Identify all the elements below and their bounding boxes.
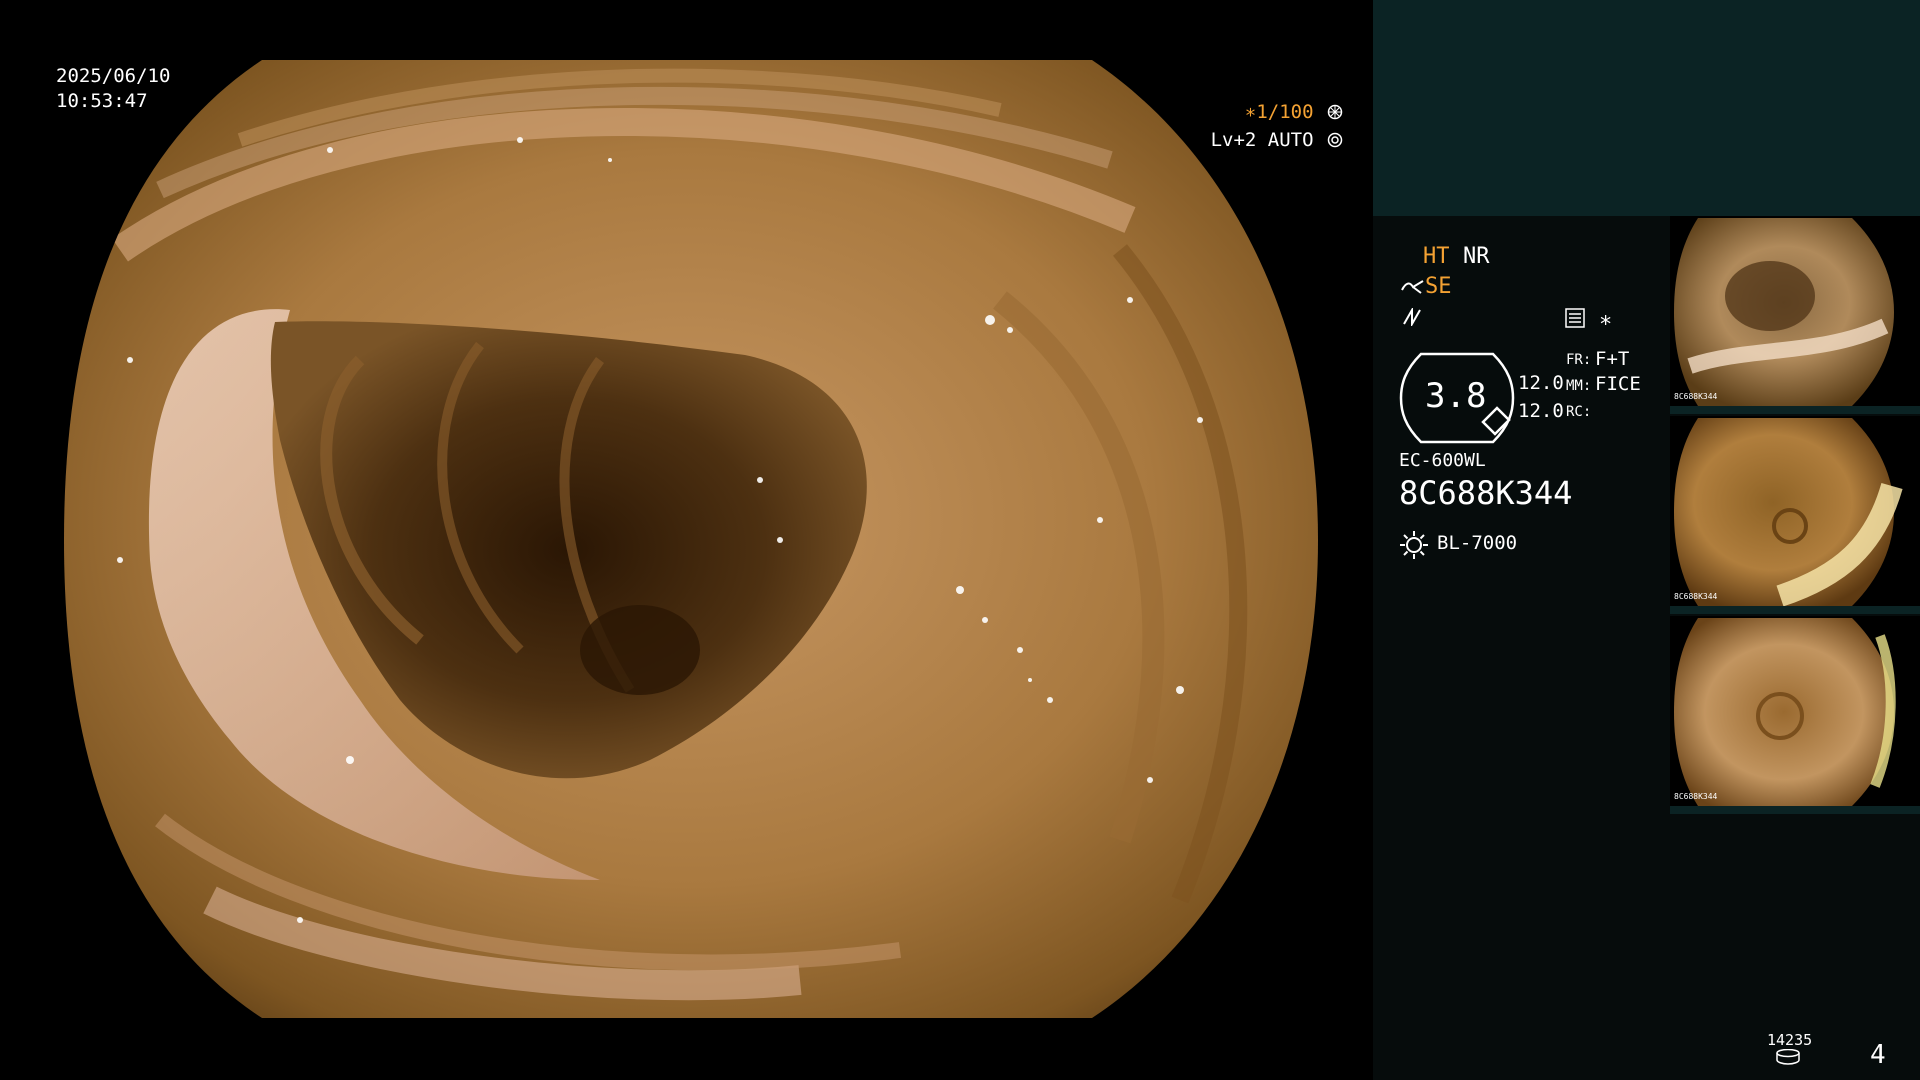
- page-number: 4: [1870, 1040, 1886, 1070]
- storage-count: 14235: [1767, 1031, 1813, 1049]
- settings-info-panel: HT NR SE ∗ 3.8 12.0 12.0 FR: F+T MM: FIC…: [1373, 216, 1671, 1080]
- mm-value: FICE: [1595, 373, 1641, 395]
- mm-label: MM:: [1566, 378, 1592, 394]
- thumbnail-serial: 8C688K344: [1674, 392, 1718, 401]
- side-panel-header-area: [1373, 0, 1920, 216]
- time-label: 10:53:47: [56, 90, 148, 112]
- thumbnail-serial: 8C688K344: [1674, 792, 1718, 801]
- asterisk-marker: ∗: [1599, 308, 1613, 333]
- scope-serial: 8C688K344: [1399, 474, 1573, 512]
- thumbnail-image: [1670, 218, 1920, 414]
- scope-model: EC-600WL: [1399, 450, 1486, 471]
- captured-thumbnail-2[interactable]: 8C688K344: [1670, 416, 1920, 614]
- iris-icon: [1327, 132, 1343, 148]
- se-indicator: SE: [1425, 274, 1452, 299]
- structure-enhance-icon: [1401, 280, 1424, 294]
- color-mode-icon: [1403, 308, 1421, 326]
- thumbnail-image: [1670, 618, 1920, 814]
- captured-thumbnail-1[interactable]: 8C688K344: [1670, 216, 1920, 414]
- thumbnail-image: [1670, 418, 1920, 614]
- nr-indicator: NR: [1463, 244, 1490, 269]
- zoom-value: 3.8: [1425, 376, 1487, 416]
- ht-indicator: HT: [1423, 244, 1450, 269]
- light-source-icon: [1400, 531, 1428, 559]
- setting-value-2: 12.0: [1518, 400, 1564, 422]
- datetime-display: 2025/06/10 10:53:47: [56, 64, 170, 114]
- setting-value-1: 12.0: [1518, 372, 1564, 394]
- aperture-icon: [1327, 104, 1343, 120]
- date-label: 2025/06/10: [56, 65, 171, 87]
- record-menu-icon: [1565, 308, 1585, 328]
- fr-label: FR:: [1566, 352, 1592, 368]
- shutter-speed: ∗1/100: [1244, 101, 1314, 123]
- rc-label: RC:: [1566, 404, 1592, 420]
- endoscope-main-view: 2025/06/10 10:53:47 ∗1/100 Lv+2 AUTO: [0, 0, 1373, 1080]
- endoscopic-image: [64, 60, 1318, 1018]
- fr-value: F+T: [1595, 348, 1630, 370]
- captured-thumbnail-3[interactable]: 8C688K344: [1670, 616, 1920, 814]
- side-panel: HT NR SE ∗ 3.8 12.0 12.0 FR: F+T MM: FIC…: [1373, 0, 1920, 1080]
- storage-disk-icon: [1776, 1049, 1800, 1065]
- light-source-model: BL-7000: [1437, 532, 1518, 554]
- shutter-info: ∗1/100 Lv+2 AUTO: [1211, 98, 1343, 154]
- thumbnail-serial: 8C688K344: [1674, 592, 1718, 601]
- exposure-level: Lv+2 AUTO: [1210, 129, 1314, 151]
